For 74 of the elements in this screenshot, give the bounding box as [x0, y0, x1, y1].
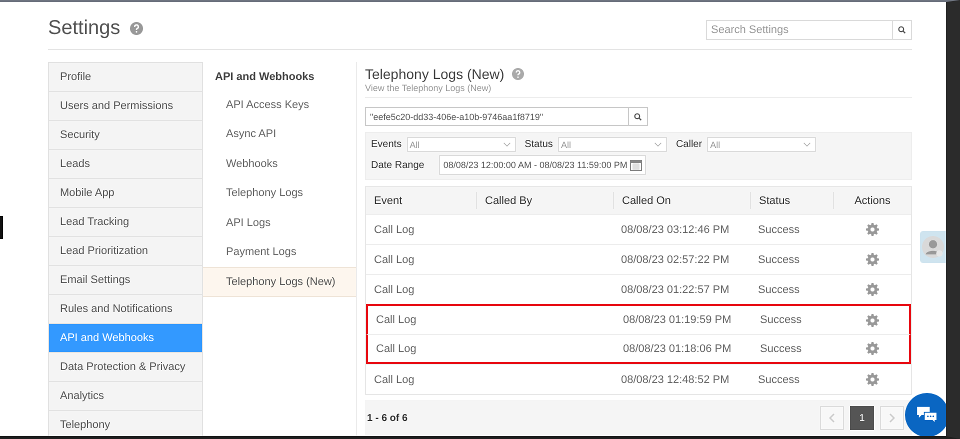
help-icon[interactable] — [130, 22, 144, 35]
nav-item[interactable]: Users and Permissions — [49, 92, 202, 121]
nav-item[interactable]: Data Protection & Privacy — [49, 353, 202, 382]
settings-icon[interactable] — [866, 314, 878, 326]
table-cell: Call Log — [376, 342, 416, 354]
column-header: Event — [373, 194, 404, 208]
subnav-item[interactable]: Telephony Logs (New) — [203, 267, 356, 297]
table-cell: Success — [760, 342, 802, 354]
settings-icon[interactable] — [866, 283, 878, 296]
table-cell: 08/08/23 12:48:52 PM — [621, 374, 730, 386]
filter-label: Caller — [676, 139, 702, 150]
pagination-summary: 1 - 6 of 6 — [367, 412, 408, 424]
chat-button[interactable] — [905, 393, 946, 436]
nav-item[interactable]: Telephony — [49, 411, 202, 436]
nav-item[interactable]: Email Settings — [49, 266, 202, 295]
column-header: Actions — [833, 192, 911, 209]
subnav-item[interactable]: Webhooks — [203, 150, 356, 180]
nav-item[interactable]: Mobile App — [49, 179, 202, 208]
table-cell: Call Log — [376, 314, 416, 326]
content-title: Telephony Logs (New) — [365, 66, 504, 82]
date-range-field[interactable]: 08/08/23 12:00:00 AM - 08/08/23 11:59:00 PM — [439, 155, 646, 175]
column-header: Called On — [613, 192, 750, 209]
help-icon[interactable] — [512, 68, 524, 80]
settings-icon[interactable] — [866, 342, 878, 355]
page-title: Settings — [48, 17, 120, 40]
table-cell: Success — [758, 224, 800, 236]
calendar-icon[interactable] — [630, 159, 642, 171]
table-cell: Success — [758, 374, 800, 386]
subnav-item[interactable]: API Access Keys — [203, 91, 356, 120]
column-header: Called By — [476, 192, 613, 209]
settings-icon[interactable] — [866, 223, 878, 236]
section-title: API and Webhooks — [214, 70, 316, 85]
chevron-left-icon — [829, 413, 835, 423]
user-widget[interactable] — [920, 231, 946, 263]
nav-item[interactable]: Leads — [49, 150, 202, 179]
settings-icon[interactable] — [866, 253, 878, 266]
chat-icon — [916, 406, 938, 424]
table-cell: Call Log — [374, 224, 414, 236]
subnav-item[interactable]: API Logs — [203, 208, 356, 238]
table-cell: 08/08/23 02:57:22 PM — [621, 254, 730, 266]
table-cell: Success — [758, 284, 800, 296]
column-header: Status — [750, 192, 833, 209]
chevron-down-icon — [803, 142, 812, 147]
table-cell: Call Log — [374, 254, 414, 266]
filter-label: Events — [371, 139, 402, 150]
filter-label: Date Range — [371, 160, 424, 170]
page-button[interactable]: 1 — [850, 406, 874, 430]
chevron-down-icon — [502, 142, 511, 147]
log-search-field[interactable]: "eefe5c20-dd33-406e-a10b-9746aa1f8719" — [365, 107, 628, 126]
nav-item[interactable]: Lead Tracking — [49, 208, 202, 237]
user-avatar-icon — [922, 236, 944, 258]
nav-item[interactable]: Profile — [49, 63, 202, 92]
table-cell: 08/08/23 03:12:46 PM — [621, 224, 730, 236]
table-cell: Success — [758, 254, 800, 266]
content-subtitle: View the Telephony Logs (New) — [365, 83, 492, 93]
nav-item[interactable]: Analytics — [49, 382, 202, 411]
table-cell: Call Log — [374, 374, 414, 386]
subnav-item[interactable]: Payment Logs — [203, 238, 356, 268]
search-field[interactable]: Search Settings — [706, 20, 892, 40]
search-icon[interactable] — [898, 26, 906, 34]
table-cell: 08/08/23 01:22:57 PM — [621, 284, 730, 296]
subnav-item[interactable]: Telephony Logs — [203, 179, 356, 209]
subnav-item[interactable]: Async API — [203, 120, 356, 150]
table-cell: 08/08/23 01:18:06 PM — [623, 342, 732, 354]
chevron-right-icon — [889, 413, 895, 423]
chevron-down-icon — [654, 142, 662, 147]
table-cell: 08/08/23 01:19:59 PM — [623, 314, 732, 326]
nav-item[interactable]: Lead Prioritization — [49, 237, 202, 266]
search-icon[interactable] — [634, 112, 642, 120]
table-cell: Call Log — [374, 284, 414, 296]
nav-item[interactable]: Security — [49, 121, 202, 150]
table-cell: Success — [760, 314, 802, 326]
filter-label: Status — [524, 139, 553, 150]
settings-icon[interactable] — [866, 373, 878, 386]
